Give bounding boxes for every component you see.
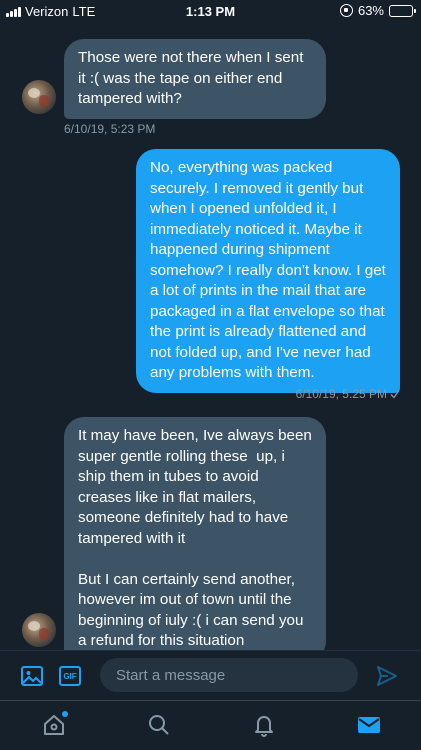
tab-bar [0, 700, 421, 750]
tab-search[interactable] [145, 711, 173, 739]
notifications-icon [255, 716, 273, 737]
message-input[interactable]: Start a message [100, 658, 358, 692]
tab-messages[interactable] [355, 711, 383, 739]
message-timestamp: 6/10/19, 5:25 PM [295, 387, 387, 401]
incoming-message-bubble[interactable]: It may have been, Ive always been super … [64, 417, 326, 650]
battery-icon [389, 4, 416, 17]
rotation-lock-icon [339, 4, 353, 17]
battery-percent: 63% [357, 3, 384, 18]
gif-button[interactable]: GIF [58, 665, 82, 687]
avatar[interactable] [22, 80, 56, 114]
tab-home[interactable] [40, 711, 68, 739]
message-meta: 6/10/19, 5:25 PM [296, 387, 400, 401]
status-right: 63% [339, 3, 416, 18]
send-icon [377, 666, 397, 686]
message-composer: GIF Start a message [0, 650, 421, 700]
message-thread[interactable]: Those were not there when I sent it :( w… [0, 22, 421, 650]
avatar[interactable] [22, 613, 56, 647]
message-timestamp: 6/10/19, 5:23 PM [64, 122, 156, 136]
image-icon-glyph [21, 666, 43, 686]
incoming-message-bubble[interactable]: Those were not there when I sent it :( w… [64, 39, 326, 119]
outgoing-message-bubble[interactable]: No, everything was packed securely. I re… [136, 149, 400, 393]
check-icon [390, 390, 400, 399]
gif-icon: GIF [59, 666, 81, 686]
search-icon [149, 715, 169, 735]
send-button[interactable] [375, 664, 399, 688]
notification-dot [62, 711, 68, 717]
messages-icon [358, 717, 380, 733]
image-icon[interactable] [20, 664, 44, 688]
status-bar: Verizon LTE 1:13 PM 63% [0, 0, 421, 22]
tab-notifications[interactable] [250, 711, 278, 739]
